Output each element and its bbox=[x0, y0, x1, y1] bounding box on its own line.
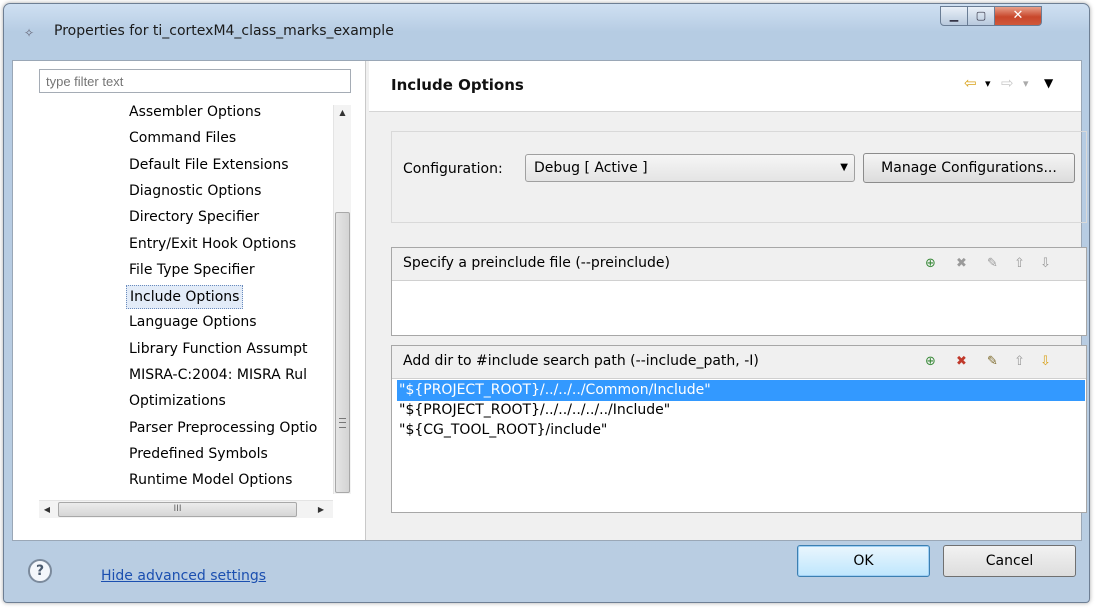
move-up-icon[interactable]: ⇧ bbox=[1011, 255, 1028, 272]
configuration-label: Configuration: bbox=[403, 161, 503, 177]
tree-item[interactable]: Default File Extensions bbox=[126, 154, 292, 178]
add-icon[interactable]: ⊕ bbox=[922, 353, 939, 370]
preferences-tree: Assembler Options Command Files Default Fi… bbox=[39, 101, 355, 498]
preinclude-panel: Specify a preinclude file (--preinclude)… bbox=[391, 247, 1087, 336]
manage-configurations-button[interactable]: Manage Configurations... bbox=[863, 153, 1075, 183]
tree-item[interactable]: Command Files bbox=[126, 127, 239, 151]
page-header: Include Options ⇦ ▾ ⇨ ▾ ▼ bbox=[369, 61, 1081, 112]
scroll-right-arrow-icon[interactable]: ▶ bbox=[313, 501, 329, 518]
back-arrow-icon[interactable]: ⇦ bbox=[964, 74, 977, 92]
tree-item[interactable]: Runtime Model Options bbox=[126, 469, 295, 493]
chevron-down-icon: ▼ bbox=[840, 162, 848, 173]
configuration-value: Debug [ Active ] bbox=[534, 160, 648, 176]
include-path-panel: Add dir to #include search path (--inclu… bbox=[391, 345, 1087, 513]
dialog-footer: ? Hide advanced settings OK Cancel bbox=[4, 544, 1089, 602]
tree-item[interactable]: Library Function Assumpt bbox=[126, 338, 310, 362]
back-dropdown-icon[interactable]: ▾ bbox=[985, 77, 991, 90]
horizontal-scroll-thumb[interactable]: III bbox=[58, 502, 297, 517]
forward-dropdown-icon[interactable]: ▾ bbox=[1023, 77, 1029, 90]
scroll-up-arrow-icon[interactable]: ▲ bbox=[334, 105, 351, 121]
tree-horizontal-scrollbar[interactable]: ◀ III ▶ bbox=[39, 500, 333, 518]
cancel-button[interactable]: Cancel bbox=[943, 545, 1076, 577]
preinclude-header: Specify a preinclude file (--preinclude)… bbox=[392, 248, 1086, 281]
configuration-select[interactable]: Debug [ Active ] ▼ bbox=[525, 154, 855, 182]
filter-input[interactable] bbox=[39, 69, 351, 93]
tree-item[interactable]: Directory Specifier bbox=[126, 206, 262, 230]
include-path-header: Add dir to #include search path (--inclu… bbox=[392, 346, 1086, 379]
scroll-left-arrow-icon[interactable]: ◀ bbox=[39, 501, 55, 518]
move-down-icon[interactable]: ⇩ bbox=[1037, 353, 1054, 370]
title-bar[interactable]: ✧ Properties for ti_cortexM4_class_marks… bbox=[4, 4, 1089, 60]
window-title: Properties for ti_cortexM4_class_marks_e… bbox=[54, 23, 394, 39]
move-down-icon[interactable]: ⇩ bbox=[1037, 255, 1054, 272]
help-icon[interactable]: ? bbox=[28, 559, 52, 583]
tree-item[interactable]: File Type Specifier bbox=[126, 259, 258, 283]
preinclude-header-label: Specify a preinclude file (--preinclude) bbox=[403, 255, 671, 271]
page-panel: Include Options ⇦ ▾ ⇨ ▾ ▼ Configuration:… bbox=[369, 61, 1087, 540]
minimize-button[interactable]: ▁ bbox=[940, 6, 968, 26]
ok-button[interactable]: OK bbox=[797, 545, 930, 577]
page-title: Include Options bbox=[391, 76, 524, 94]
include-path-row[interactable]: "${CG_TOOL_ROOT}/include" bbox=[397, 420, 1085, 441]
view-menu-icon[interactable]: ▼ bbox=[1044, 76, 1053, 90]
delete-icon[interactable]: ✖ bbox=[953, 353, 970, 370]
move-up-icon[interactable]: ⇧ bbox=[1011, 353, 1028, 370]
gear-icon: ✧ bbox=[24, 26, 35, 40]
tree-item[interactable]: Assembler Options bbox=[126, 101, 264, 125]
include-path-row[interactable]: "${PROJECT_ROOT}/../../../Common/Include… bbox=[397, 380, 1085, 401]
delete-icon[interactable]: ✖ bbox=[953, 255, 970, 272]
tree-item[interactable]: Parser Preprocessing Optio bbox=[126, 417, 320, 441]
edit-icon[interactable]: ✎ bbox=[984, 353, 1001, 370]
maximize-button[interactable]: ▢ bbox=[967, 6, 995, 26]
tree-item[interactable]: Optimizations bbox=[126, 390, 229, 414]
add-icon[interactable]: ⊕ bbox=[922, 255, 939, 272]
vertical-scroll-thumb[interactable] bbox=[335, 212, 350, 493]
tree-item[interactable]: Diagnostic Options bbox=[126, 180, 264, 204]
tree-vertical-scrollbar[interactable]: ▲ bbox=[333, 105, 351, 494]
forward-arrow-icon[interactable]: ⇨ bbox=[1001, 74, 1014, 92]
tree-item[interactable]: Entry/Exit Hook Options bbox=[126, 233, 299, 257]
tree-item[interactable]: Include Options bbox=[126, 285, 244, 310]
tree-item[interactable]: Predefined Symbols bbox=[126, 443, 271, 467]
include-path-row[interactable]: "${PROJECT_ROOT}/../../../../../Include" bbox=[397, 400, 1085, 421]
hide-advanced-settings-link[interactable]: Hide advanced settings bbox=[101, 568, 266, 584]
include-path-header-label: Add dir to #include search path (--inclu… bbox=[403, 353, 759, 369]
grip-icon bbox=[339, 418, 346, 428]
close-button[interactable]: ✕ bbox=[994, 6, 1042, 26]
edit-icon[interactable]: ✎ bbox=[984, 255, 1001, 272]
tree-item[interactable]: MISRA-C:2004: MISRA Rul bbox=[126, 364, 310, 388]
sidebar: Assembler OptionsCommand Files Default Fi… bbox=[13, 61, 366, 540]
properties-dialog: ✧ Properties for ti_cortexM4_class_marks… bbox=[3, 3, 1090, 603]
tree-item[interactable]: Language Options bbox=[126, 311, 260, 335]
dialog-body: Assembler OptionsCommand Files Default Fi… bbox=[12, 60, 1087, 541]
